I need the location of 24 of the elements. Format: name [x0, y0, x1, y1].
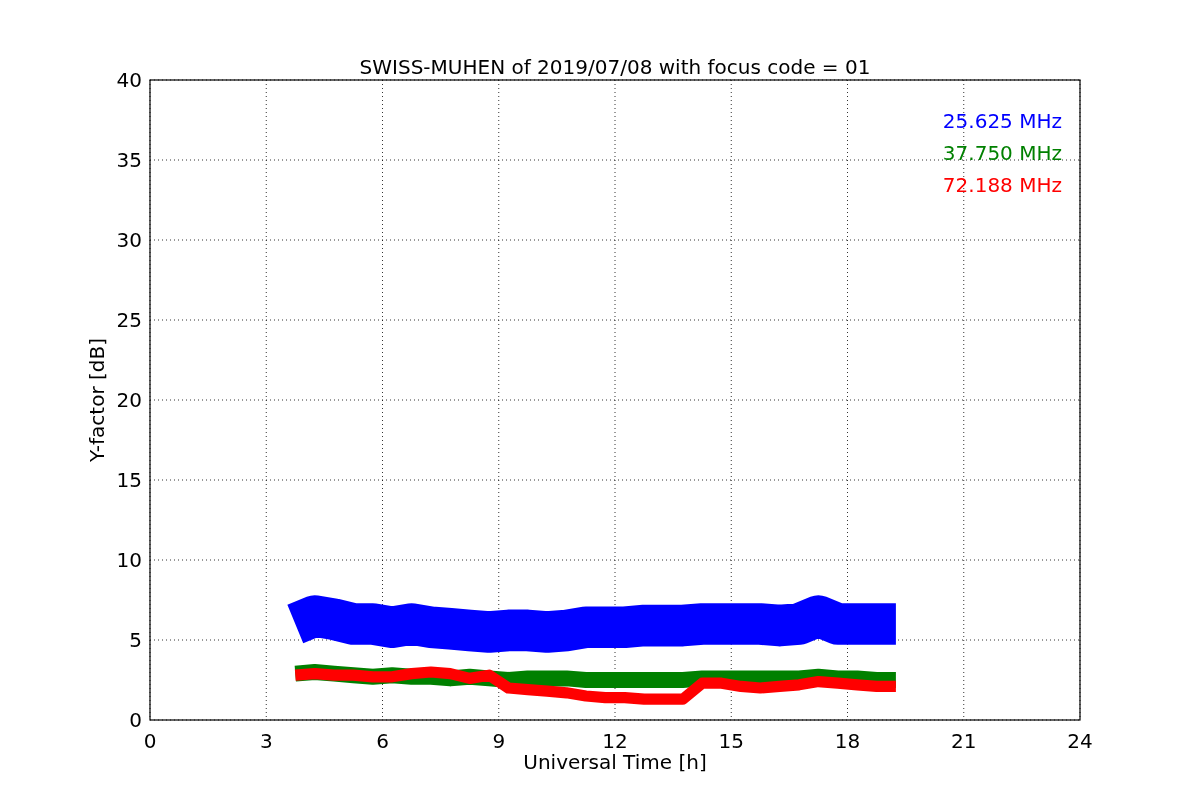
y-tick-label: 40: [116, 68, 142, 92]
legend-label: 72.188 MHz: [942, 173, 1062, 197]
y-axis-label: Y-factor [dB]: [85, 338, 109, 462]
y-tick-label: 25: [116, 308, 142, 332]
x-tick-label: 18: [834, 729, 861, 753]
x-tick-label: 0: [143, 729, 157, 753]
x-tick-label: 21: [951, 729, 977, 753]
x-axis-label: Universal Time [h]: [523, 750, 707, 774]
y-tick-label: 20: [116, 388, 142, 412]
y-tick-label: 5: [129, 628, 142, 652]
y-tick-label: 30: [116, 228, 142, 252]
y-tick-label: 35: [116, 148, 142, 172]
x-tick-label: 24: [1067, 729, 1093, 753]
legend-label: 25.625 MHz: [942, 109, 1062, 133]
y-tick-label: 0: [129, 708, 142, 732]
x-tick-label: 6: [376, 729, 389, 753]
x-tick-label: 3: [259, 729, 273, 753]
chart-title: SWISS-MUHEN of 2019/07/08 with focus code = 01: [359, 55, 871, 79]
legend-label: 37.750 MHz: [942, 141, 1062, 165]
x-tick-label: 9: [492, 729, 506, 753]
y-tick-label: 15: [116, 468, 142, 492]
x-tick-label: 12: [602, 729, 628, 753]
x-tick-label: 15: [718, 729, 744, 753]
y-tick-label: 10: [116, 548, 142, 572]
